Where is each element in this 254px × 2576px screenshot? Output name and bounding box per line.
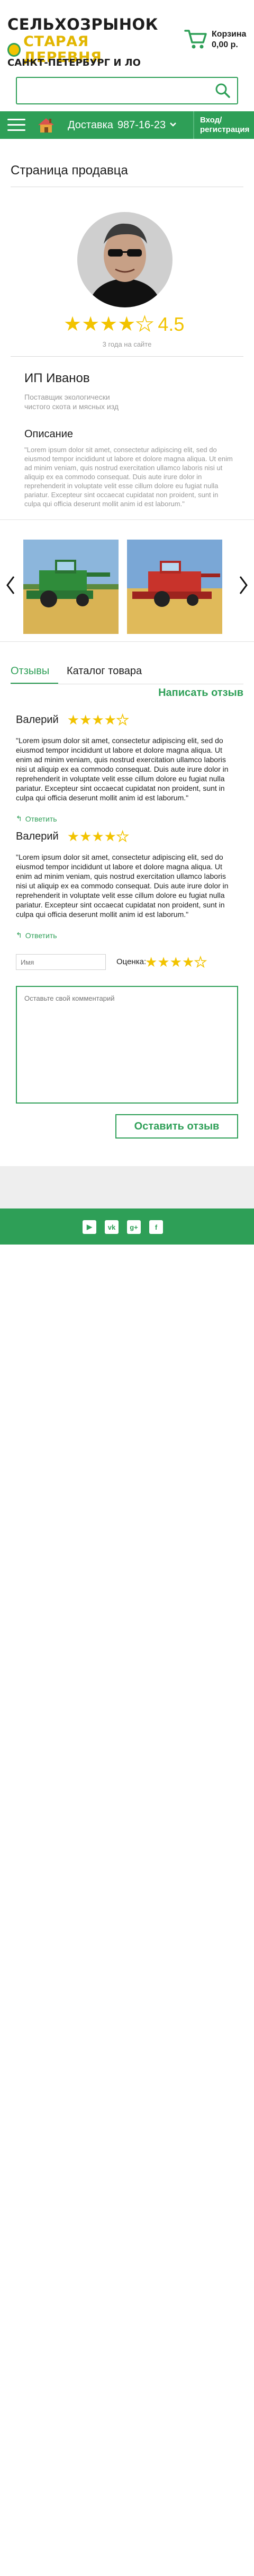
reply-button[interactable]: ↰ Ответить bbox=[16, 814, 238, 823]
phone-number: 987-16-23 bbox=[117, 119, 166, 131]
review-author: Валерий bbox=[16, 830, 59, 842]
combine-harvester-photo bbox=[23, 540, 119, 634]
cart-label: Корзина bbox=[212, 30, 247, 39]
star-filled-icon: ★ bbox=[92, 828, 104, 844]
seller-avatar bbox=[77, 212, 173, 307]
reply-icon: ↰ bbox=[16, 931, 22, 939]
cart-icon bbox=[184, 30, 207, 49]
seller-subtitle: Поставщик экологически чистого скота и м… bbox=[24, 393, 119, 411]
write-review-link[interactable]: Написать отзыв bbox=[158, 687, 243, 699]
star-filled-icon: ★ bbox=[79, 712, 92, 728]
menu-icon[interactable] bbox=[7, 119, 25, 131]
footer: ▶ vk g+ f bbox=[0, 1208, 254, 1245]
seller-rating: ★ ★ ★ ★ ★ 4.5 bbox=[64, 313, 185, 336]
gallery-image[interactable] bbox=[127, 540, 222, 634]
divider bbox=[0, 519, 254, 520]
chevron-down-icon[interactable] bbox=[169, 121, 177, 128]
reply-button[interactable]: ↰ Ответить bbox=[16, 931, 238, 940]
delivery-phone[interactable]: Доставка 987-16-23 bbox=[68, 119, 166, 131]
star-filled-icon: ★ bbox=[67, 828, 80, 844]
review-name-input[interactable] bbox=[16, 954, 106, 970]
nav-divider bbox=[193, 111, 194, 139]
login-label: Вход/ bbox=[200, 116, 222, 125]
star-filled-icon[interactable]: ★ bbox=[157, 954, 169, 970]
divider bbox=[11, 356, 243, 357]
search-icon[interactable] bbox=[215, 83, 231, 99]
chevron-right-icon[interactable] bbox=[238, 576, 249, 595]
review-text: "Lorem ipsum dolor sit amet, consectetur… bbox=[16, 736, 229, 802]
reply-label: Ответить bbox=[25, 931, 57, 940]
youtube-icon[interactable]: ▶ bbox=[83, 1220, 96, 1234]
sun-logo-icon bbox=[7, 43, 21, 57]
review-rating: ★★★★★ bbox=[67, 828, 129, 845]
page-title: Страница продавца bbox=[11, 163, 128, 178]
divider bbox=[0, 641, 254, 642]
star-filled-icon[interactable]: ★ bbox=[170, 954, 182, 970]
chevron-left-icon[interactable] bbox=[5, 576, 16, 595]
review-author: Валерий bbox=[16, 713, 59, 726]
register-label: регистрация bbox=[200, 125, 250, 134]
social-links: ▶ vk g+ f bbox=[83, 1220, 163, 1234]
village-house-icon[interactable] bbox=[37, 117, 55, 134]
review-item: Валерий ★★★★★ "Lorem ipsum dolor sit ame… bbox=[16, 711, 238, 823]
review-header: Валерий ★★★★★ bbox=[16, 828, 238, 845]
logo-title: СЕЛЬХОЗРЫНОК bbox=[7, 15, 158, 33]
rating-value: 4.5 bbox=[158, 313, 185, 335]
star-filled-icon: ★ bbox=[79, 828, 92, 844]
review-item: Валерий ★★★★★ "Lorem ipsum dolor sit ame… bbox=[16, 828, 238, 940]
seller-photo bbox=[77, 212, 173, 307]
star-filled-icon: ★ bbox=[67, 712, 80, 728]
tab-reviews[interactable]: Отзывы bbox=[11, 663, 49, 684]
star-filled-icon: ★ bbox=[104, 828, 116, 844]
main-navbar: Доставка 987-16-23 Вход/ регистрация bbox=[0, 111, 254, 139]
rating-input[interactable]: ★ ★ ★ ★ ★ bbox=[145, 954, 207, 971]
star-filled-icon: ★ bbox=[117, 313, 136, 336]
vk-icon[interactable]: vk bbox=[105, 1220, 119, 1234]
star-filled-icon[interactable]: ★ bbox=[182, 954, 194, 970]
review-text: "Lorem ipsum dolor sit amet, consectetur… bbox=[16, 853, 229, 919]
facebook-icon[interactable]: f bbox=[149, 1220, 163, 1234]
star-empty-icon: ★ bbox=[116, 711, 129, 728]
star-filled-icon: ★ bbox=[99, 313, 118, 336]
rating-label: Оценка: bbox=[116, 957, 147, 966]
reply-label: Ответить bbox=[25, 814, 57, 823]
review-rating: ★★★★★ bbox=[67, 711, 129, 728]
star-filled-icon: ★ bbox=[64, 313, 82, 336]
reply-icon: ↰ bbox=[16, 814, 22, 823]
star-filled-icon[interactable]: ★ bbox=[145, 954, 157, 970]
header: СЕЛЬХОЗРЫНОК СТАРАЯ ДЕРЕВНЯ САНКТ-ПЕТЕРБ… bbox=[0, 0, 254, 111]
submit-review-button[interactable]: Оставить отзыв bbox=[115, 1114, 238, 1139]
cart-button[interactable]: Корзина 0,00 р. bbox=[184, 28, 250, 53]
combine-harvester-photo bbox=[127, 540, 222, 634]
google-plus-icon[interactable]: g+ bbox=[127, 1220, 141, 1234]
search-input[interactable] bbox=[24, 78, 215, 102]
review-header: Валерий ★★★★★ bbox=[16, 711, 238, 728]
star-filled-icon: ★ bbox=[104, 712, 116, 728]
star-empty-icon[interactable]: ★ bbox=[194, 954, 207, 971]
description-text: "Lorem ipsum dolor sit amet, consectetur… bbox=[24, 446, 233, 508]
star-empty-icon: ★ bbox=[135, 313, 155, 336]
seller-name: ИП Иванов bbox=[24, 371, 90, 385]
login-link[interactable]: Вход/ регистрация bbox=[200, 116, 249, 135]
city-label: САНКТ-ПЕТЕРБУРГ И ЛО bbox=[7, 57, 141, 68]
star-empty-icon: ★ bbox=[116, 828, 129, 845]
seller-tabs: Отзывы Каталог товара bbox=[11, 663, 243, 684]
review-comment-field[interactable] bbox=[16, 986, 238, 1104]
tab-catalog[interactable]: Каталог товара bbox=[67, 663, 142, 684]
delivery-label: Доставка bbox=[68, 119, 113, 131]
star-filled-icon: ★ bbox=[92, 712, 104, 728]
star-filled-icon: ★ bbox=[81, 313, 100, 336]
gallery-image[interactable] bbox=[23, 540, 119, 634]
footer-spacer bbox=[0, 1166, 254, 1208]
years-on-site: 3 года на сайте bbox=[102, 340, 152, 348]
search-bar bbox=[16, 77, 238, 104]
description-heading: Описание bbox=[24, 428, 74, 440]
cart-total: 0,00 р. bbox=[212, 40, 238, 49]
